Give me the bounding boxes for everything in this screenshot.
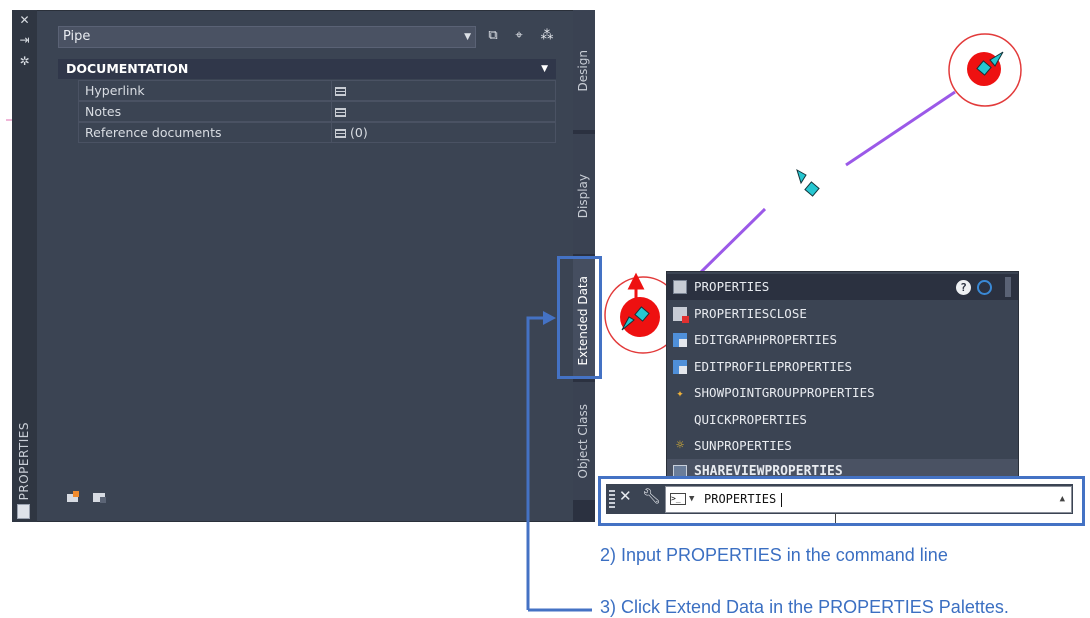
properties-close-icon bbox=[673, 307, 689, 323]
sun-icon: ☼ bbox=[676, 438, 684, 453]
pipe-line-segment[interactable] bbox=[845, 90, 956, 167]
point-group-icon: ✦ bbox=[676, 386, 684, 400]
step3-instruction: 3) Click Extend Data in the PROPERTIES P… bbox=[600, 597, 1009, 617]
command-suggestions: PROPERTIES ? PROPERTIESCLOSE EDITGRAPHPR… bbox=[666, 271, 1019, 483]
mid-grip-marker[interactable] bbox=[796, 168, 820, 197]
scrollbar-thumb[interactable] bbox=[1005, 277, 1011, 297]
search-web-icon[interactable] bbox=[977, 280, 992, 295]
annotation-arrow-line bbox=[526, 316, 545, 610]
suggestion-properties[interactable]: PROPERTIES ? bbox=[667, 274, 1018, 300]
suggestion-showpointgroupproperties[interactable]: ✦ SHOWPOINTGROUPPROPERTIES bbox=[667, 380, 1018, 406]
suggestion-editprofileproperties[interactable]: EDITPROFILEPROPERTIES bbox=[667, 354, 1018, 380]
suggestion-propertiesclose[interactable]: PROPERTIESCLOSE bbox=[667, 301, 1018, 327]
suggestion-quickproperties[interactable]: QUICKPROPERTIES bbox=[667, 407, 1018, 433]
properties-icon bbox=[673, 280, 687, 294]
suggestion-editgraphproperties[interactable]: EDITGRAPHPROPERTIES bbox=[667, 327, 1018, 353]
command-line-highlight-box bbox=[598, 476, 1085, 526]
help-icon[interactable]: ? bbox=[956, 280, 971, 295]
profile-properties-icon bbox=[673, 360, 687, 374]
pipe-line-segment[interactable] bbox=[695, 207, 767, 278]
graph-properties-icon bbox=[673, 333, 687, 347]
step2-instruction: 2) Input PROPERTIES in the command line bbox=[600, 545, 948, 565]
annotation-arrowhead bbox=[543, 311, 556, 325]
suggestion-sunproperties[interactable]: ☼ SUNPROPERTIES bbox=[667, 433, 1018, 459]
